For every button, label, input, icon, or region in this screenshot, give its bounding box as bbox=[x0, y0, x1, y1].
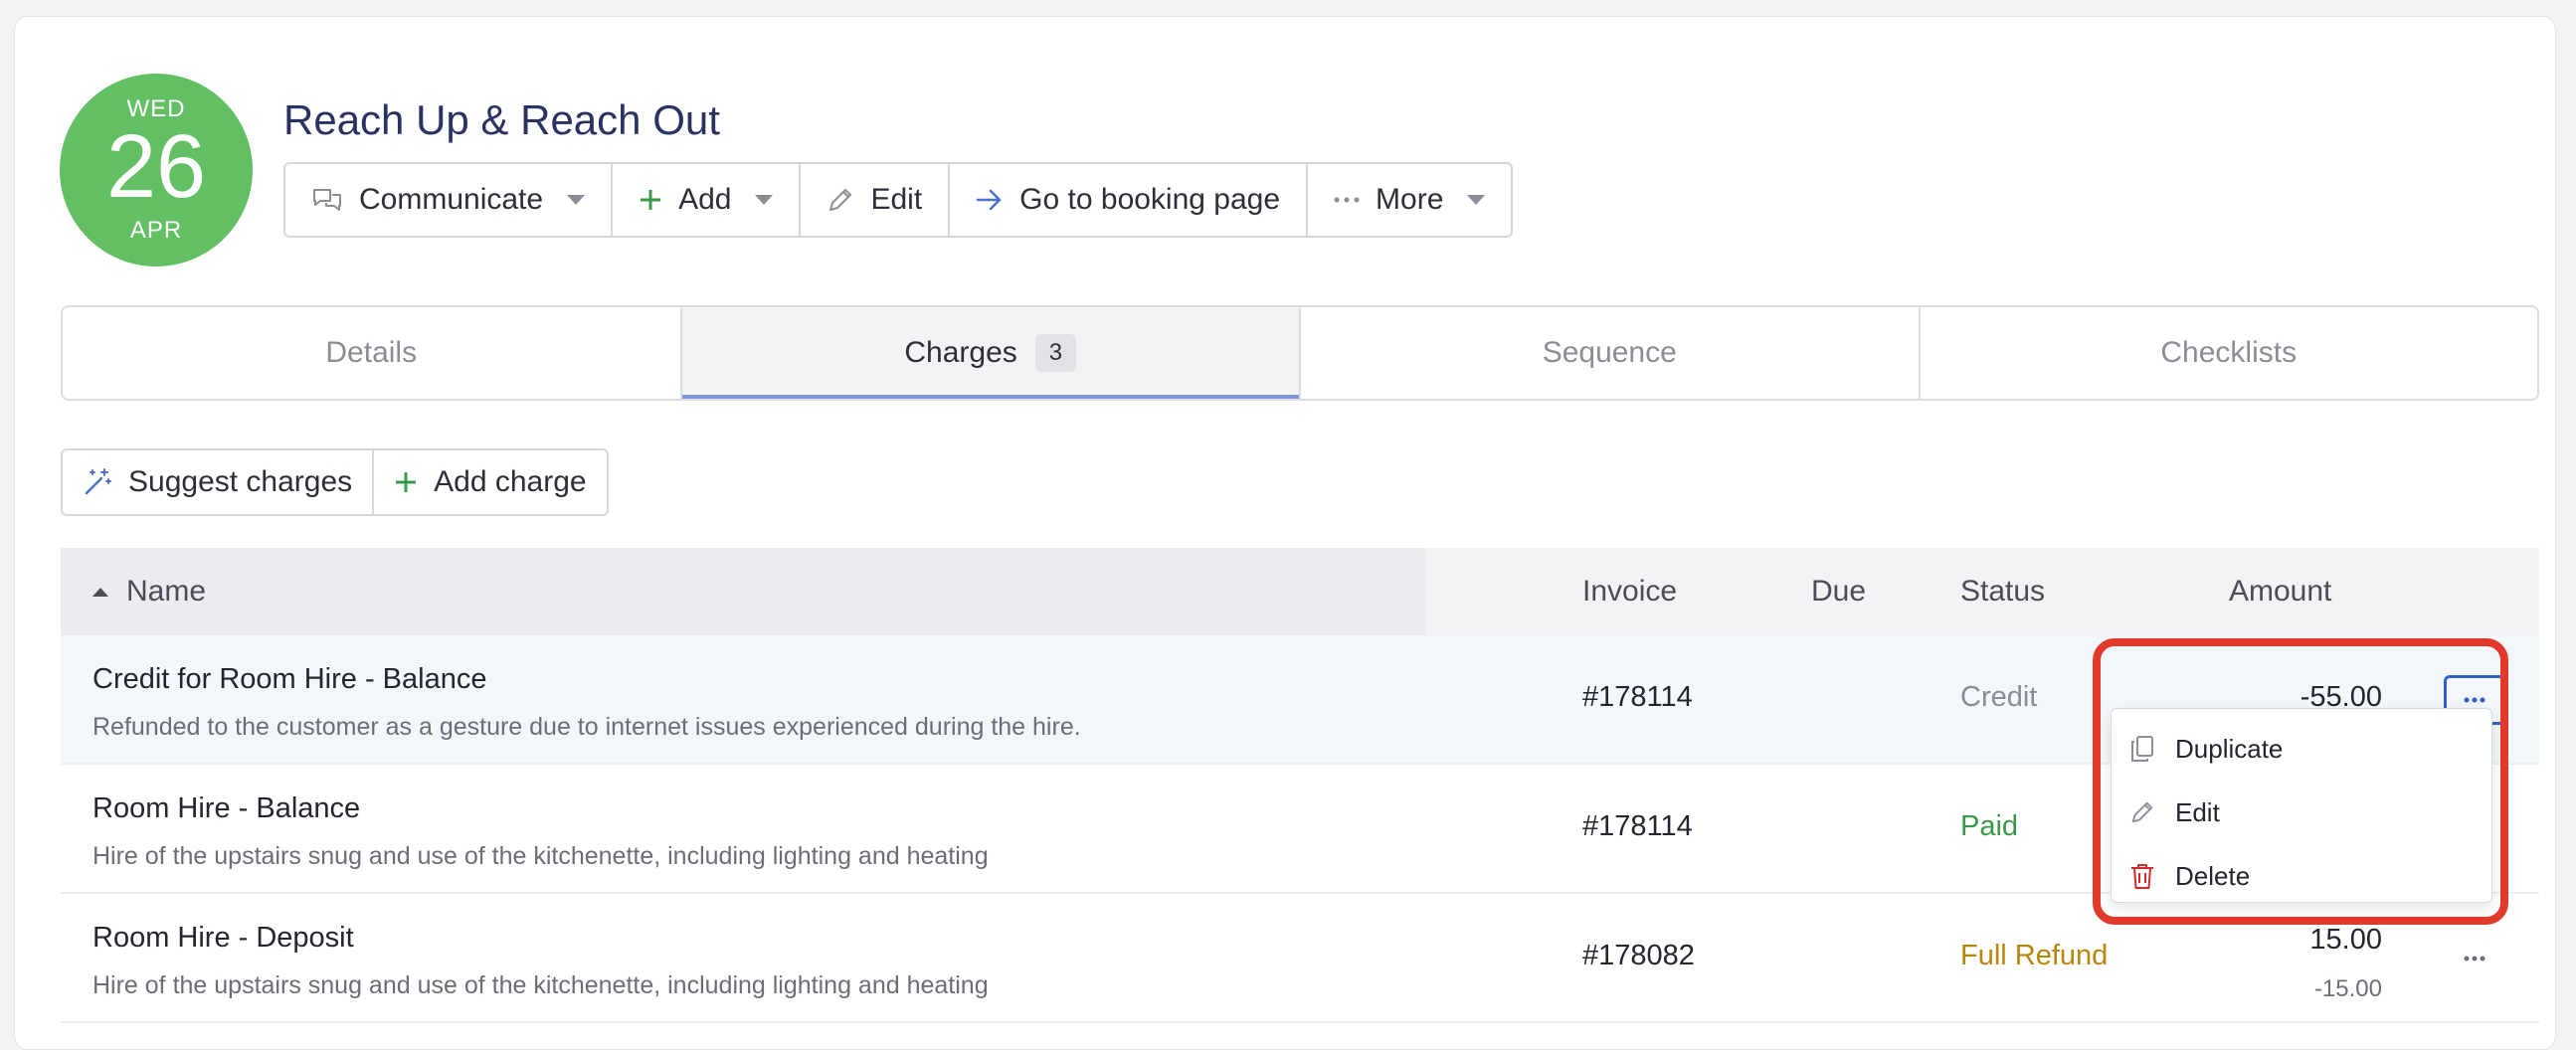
menu-item-edit[interactable]: Edit bbox=[2112, 781, 2491, 844]
row-more-button[interactable] bbox=[2444, 934, 2505, 983]
suggest-charges-label: Suggest charges bbox=[128, 465, 353, 498]
chevron-down-icon bbox=[755, 195, 774, 205]
tabs: Details Charges 3 Sequence Checklists bbox=[61, 305, 2539, 401]
suggest-charges-button[interactable]: Suggest charges bbox=[63, 450, 375, 514]
tab-charges[interactable]: Charges 3 bbox=[681, 307, 1301, 399]
arrow-right-icon bbox=[976, 188, 1004, 212]
date-badge: WED 26 APR bbox=[60, 74, 253, 266]
booking-label: Go to booking page bbox=[1019, 183, 1281, 216]
edit-label: Edit bbox=[2175, 796, 2220, 827]
plus-icon bbox=[394, 470, 418, 494]
more-label: More bbox=[1376, 183, 1444, 216]
column-header-status[interactable]: Status bbox=[1960, 548, 2045, 635]
go-to-booking-page-button[interactable]: Go to booking page bbox=[950, 164, 1309, 236]
tab-checklists-label: Checklists bbox=[2160, 336, 2298, 369]
charge-description: Refunded to the customer as a gesture du… bbox=[92, 713, 1081, 741]
ellipsis-icon bbox=[1334, 196, 1360, 204]
charge-actions: Suggest charges Add charge bbox=[61, 448, 609, 516]
charge-status: Paid bbox=[1960, 810, 2019, 842]
communicate-button[interactable]: Communicate bbox=[285, 164, 614, 236]
duplicate-label: Duplicate bbox=[2175, 733, 2284, 764]
add-button[interactable]: Add bbox=[613, 164, 802, 236]
pencil-icon bbox=[827, 186, 854, 214]
column-header-name[interactable]: Name bbox=[61, 548, 1425, 635]
tab-charges-label: Charges bbox=[904, 336, 1017, 369]
date-day: 26 bbox=[105, 117, 207, 217]
date-month: APR bbox=[129, 217, 183, 244]
table-header: Name Invoice Due Status Amount bbox=[61, 548, 2539, 635]
charge-name: Room Hire - Deposit bbox=[92, 922, 354, 954]
charge-invoice[interactable]: #178114 bbox=[1582, 681, 1693, 714]
add-charge-label: Add charge bbox=[434, 465, 587, 498]
charge-status: Credit bbox=[1960, 681, 2038, 713]
charge-name: Credit for Room Hire - Balance bbox=[92, 663, 487, 695]
column-header-due[interactable]: Due bbox=[1811, 548, 1866, 635]
column-header-name-label: Name bbox=[126, 575, 207, 608]
charge-invoice[interactable]: #178082 bbox=[1582, 940, 1695, 972]
communicate-label: Communicate bbox=[359, 183, 544, 216]
table-row[interactable]: Room Hire - Deposit Hire of the upstairs… bbox=[61, 894, 2539, 1023]
charge-description: Hire of the upstairs snug and use of the… bbox=[92, 971, 989, 999]
tab-details-label: Details bbox=[325, 336, 418, 369]
charge-invoice[interactable]: #178114 bbox=[1582, 810, 1693, 843]
menu-item-delete[interactable]: Delete bbox=[2112, 844, 2491, 908]
charges-count-badge: 3 bbox=[1034, 334, 1077, 372]
add-charge-button[interactable]: Add charge bbox=[374, 450, 606, 514]
edit-label: Edit bbox=[870, 183, 923, 216]
add-label: Add bbox=[678, 183, 732, 216]
edit-button[interactable]: Edit bbox=[801, 164, 951, 236]
action-toolbar: Communicate Add Edit Go to booking page bbox=[283, 162, 1514, 238]
row-actions-menu: Duplicate Edit Delete bbox=[2111, 708, 2492, 903]
sort-ascending-icon bbox=[92, 587, 108, 597]
tab-sequence-label: Sequence bbox=[1542, 336, 1677, 369]
more-button[interactable]: More bbox=[1308, 164, 1511, 236]
chevron-down-icon bbox=[567, 195, 586, 205]
trash-icon bbox=[2129, 862, 2155, 890]
ellipsis-icon bbox=[2464, 697, 2485, 703]
pencil-icon bbox=[2129, 799, 2155, 825]
charge-description: Hire of the upstairs snug and use of the… bbox=[92, 842, 989, 870]
ellipsis-icon bbox=[2464, 956, 2485, 962]
column-header-invoice[interactable]: Invoice bbox=[1582, 548, 1677, 635]
charge-status: Full Refund bbox=[1960, 940, 2109, 971]
charge-amount: 15.00 bbox=[2309, 924, 2382, 956]
copy-icon bbox=[2129, 735, 2155, 763]
event-title: Reach Up & Reach Out bbox=[283, 96, 720, 143]
delete-label: Delete bbox=[2175, 860, 2251, 891]
charge-amount-secondary: -15.00 bbox=[2313, 975, 2382, 1002]
chevron-down-icon bbox=[1467, 195, 1486, 205]
chat-bubbles-icon bbox=[311, 186, 343, 214]
magic-wand-icon bbox=[83, 467, 112, 497]
tab-sequence[interactable]: Sequence bbox=[1301, 307, 1921, 399]
tab-checklists[interactable]: Checklists bbox=[1921, 307, 2538, 399]
column-header-amount[interactable]: Amount bbox=[2229, 548, 2331, 635]
tab-details[interactable]: Details bbox=[63, 307, 682, 399]
charge-name: Room Hire - Balance bbox=[92, 792, 361, 824]
menu-item-duplicate[interactable]: Duplicate bbox=[2112, 717, 2491, 781]
plus-icon bbox=[639, 188, 662, 212]
